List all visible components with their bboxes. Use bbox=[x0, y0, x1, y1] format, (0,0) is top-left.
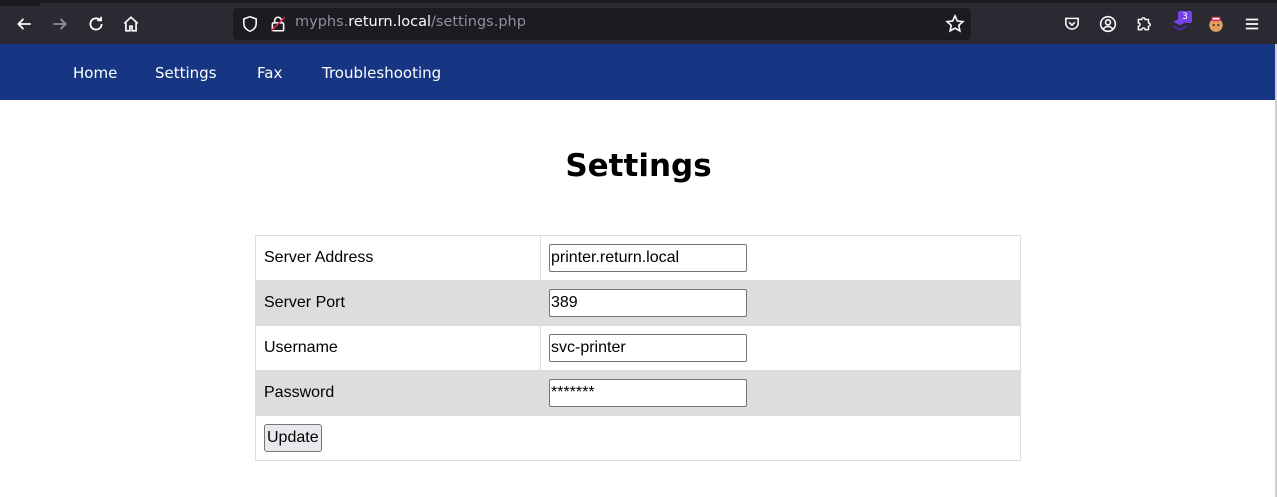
pocket-button[interactable] bbox=[1057, 9, 1087, 39]
server-port-input[interactable] bbox=[549, 289, 747, 317]
hamburger-menu-icon bbox=[1245, 18, 1259, 30]
nav-settings-link[interactable]: Settings bbox=[155, 64, 217, 82]
password-cell bbox=[540, 370, 1021, 416]
reload-button[interactable] bbox=[81, 9, 111, 39]
address-bar[interactable]: myphs.return.local/settings.php bbox=[233, 8, 971, 40]
extension-badge: 3 bbox=[1178, 11, 1192, 23]
page-title: Settings bbox=[565, 148, 712, 184]
username-input[interactable] bbox=[549, 334, 747, 362]
home-icon bbox=[123, 16, 139, 32]
nav-home-link[interactable]: Home bbox=[73, 64, 117, 82]
nav-fax-link[interactable]: Fax bbox=[257, 64, 282, 82]
settings-form-table: Server Address Server Port Username Pass… bbox=[255, 235, 1021, 461]
table-row: Server Address bbox=[255, 235, 1021, 281]
home-button[interactable] bbox=[116, 9, 146, 39]
nav-troubleshooting-link[interactable]: Troubleshooting bbox=[322, 64, 441, 82]
url-text[interactable]: myphs.return.local/settings.php bbox=[295, 14, 526, 30]
cookie-avatar-icon bbox=[1209, 16, 1223, 32]
site-navbar: Home Settings Fax Troubleshooting bbox=[0, 44, 1277, 100]
pocket-icon bbox=[1065, 17, 1079, 30]
update-button[interactable]: Update bbox=[264, 424, 322, 452]
table-row: Update bbox=[255, 415, 1021, 461]
arrow-right-icon bbox=[53, 18, 67, 30]
submit-cell: Update bbox=[255, 415, 1021, 461]
url-prefix: myphs. bbox=[295, 14, 349, 30]
puzzle-icon bbox=[1137, 17, 1151, 31]
url-path: /settings.php bbox=[431, 14, 526, 30]
bookmark-star-icon[interactable] bbox=[945, 14, 965, 34]
server-port-cell bbox=[540, 280, 1021, 326]
server-address-cell bbox=[540, 235, 1021, 281]
url-host: return.local bbox=[348, 14, 431, 30]
reload-icon bbox=[89, 16, 103, 31]
browser-toolbar: myphs.return.local/settings.php 3 bbox=[0, 0, 1277, 44]
server-address-input[interactable] bbox=[549, 244, 747, 272]
server-address-label: Server Address bbox=[255, 235, 541, 281]
insecure-lock-icon[interactable] bbox=[269, 15, 287, 33]
table-row: Username bbox=[255, 325, 1021, 371]
arrow-left-icon bbox=[17, 18, 31, 30]
table-row: Server Port bbox=[255, 280, 1021, 326]
password-label: Password bbox=[255, 370, 541, 416]
back-button[interactable] bbox=[9, 9, 39, 39]
shield-icon[interactable] bbox=[241, 15, 259, 33]
extension-avatar-button[interactable] bbox=[1201, 9, 1231, 39]
server-port-label: Server Port bbox=[255, 280, 541, 326]
menu-button[interactable] bbox=[1237, 9, 1267, 39]
tab-strip-edge bbox=[0, 3, 40, 6]
password-input[interactable] bbox=[549, 379, 747, 407]
table-row: Password bbox=[255, 370, 1021, 416]
username-cell bbox=[540, 325, 1021, 371]
extensions-button[interactable] bbox=[1129, 9, 1159, 39]
account-button[interactable] bbox=[1093, 9, 1123, 39]
username-label: Username bbox=[255, 325, 541, 371]
forward-button[interactable] bbox=[45, 9, 75, 39]
account-icon bbox=[1099, 15, 1117, 33]
